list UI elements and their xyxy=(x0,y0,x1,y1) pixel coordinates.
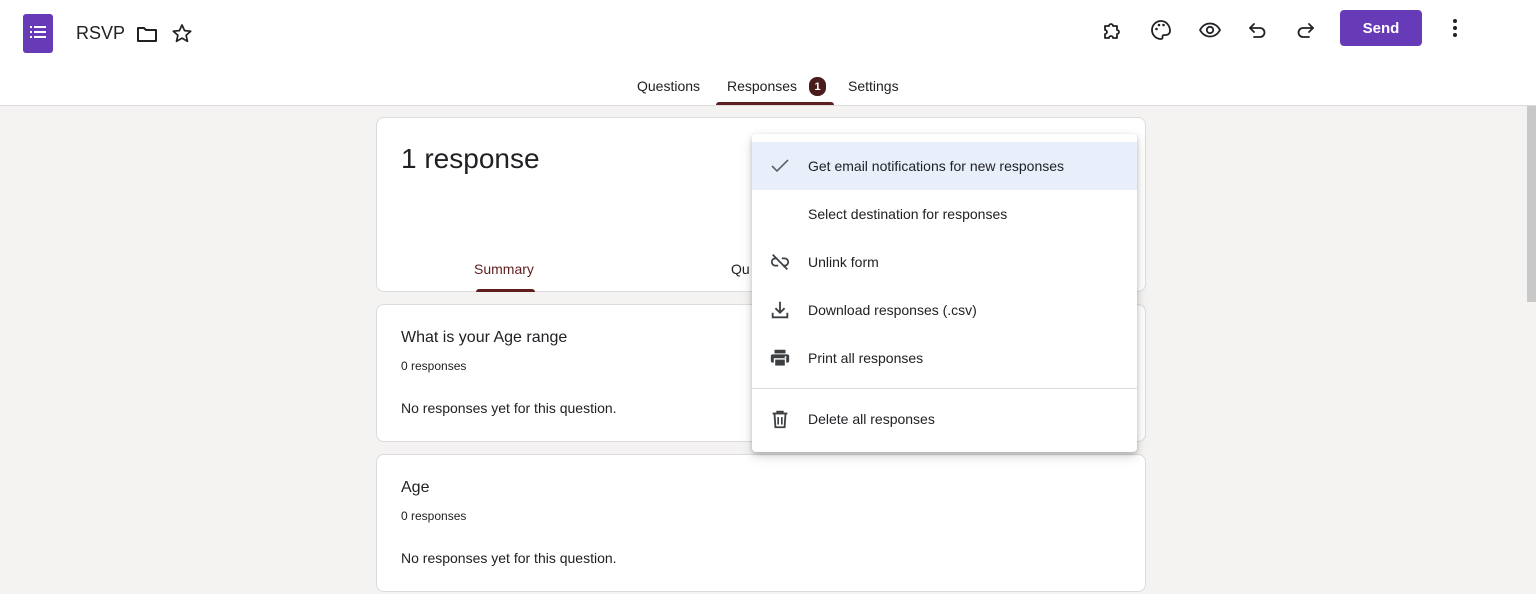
download-icon xyxy=(768,298,792,322)
responses-options-menu: Get email notifications for new response… xyxy=(752,134,1137,452)
add-ons-icon[interactable] xyxy=(1095,12,1131,48)
subtab-summary[interactable]: Summary xyxy=(474,261,534,277)
question-title: Age xyxy=(401,479,430,496)
menu-item-unlink-form[interactable]: Unlink form xyxy=(752,238,1137,286)
menu-item-label: Get email notifications for new response… xyxy=(808,158,1065,174)
menu-item-label: Download responses (.csv) xyxy=(808,302,977,318)
question-title: What is your Age range xyxy=(401,329,568,346)
menu-item-email-notifications[interactable]: Get email notifications for new response… xyxy=(752,142,1137,190)
menu-item-select-destination[interactable]: Select destination for responses xyxy=(752,190,1137,238)
customize-theme-icon[interactable] xyxy=(1143,12,1179,48)
redo-icon[interactable] xyxy=(1287,12,1323,48)
unlink-icon xyxy=(768,250,792,274)
top-app-bar: RSVP Send Questions Responses 1 Settings xyxy=(0,0,1536,106)
subtab-question[interactable]: Qu xyxy=(731,261,750,277)
menu-item-print-all[interactable]: Print all responses xyxy=(752,334,1137,382)
menu-item-label: Print all responses xyxy=(808,350,924,366)
menu-item-label: Delete all responses xyxy=(808,411,935,427)
check-icon xyxy=(768,154,792,178)
question-empty-message: No responses yet for this question. xyxy=(401,550,617,566)
question-empty-message: No responses yet for this question. xyxy=(401,400,617,416)
undo-icon[interactable] xyxy=(1240,12,1276,48)
menu-item-delete-all[interactable]: Delete all responses xyxy=(752,395,1137,443)
menu-item-label: Unlink form xyxy=(808,254,879,270)
tab-responses[interactable]: Responses xyxy=(727,78,797,94)
question-card: Age 0 responses No responses yet for thi… xyxy=(376,454,1146,592)
menu-item-label: Select destination for responses xyxy=(808,206,1008,222)
preview-eye-icon[interactable] xyxy=(1192,12,1228,48)
page-scrollbar[interactable] xyxy=(1527,106,1536,302)
menu-divider xyxy=(752,388,1137,389)
trash-icon xyxy=(768,407,792,431)
tab-settings[interactable]: Settings xyxy=(848,78,899,94)
document-title[interactable]: RSVP xyxy=(76,23,125,44)
print-icon xyxy=(768,346,792,370)
response-count-heading: 1 response xyxy=(401,143,540,174)
move-to-folder-icon[interactable] xyxy=(135,22,159,46)
tab-questions[interactable]: Questions xyxy=(637,78,700,94)
question-response-count: 0 responses xyxy=(401,509,467,523)
more-options-icon[interactable] xyxy=(1437,10,1473,46)
forms-logo-icon[interactable] xyxy=(23,14,53,53)
star-icon[interactable] xyxy=(170,22,194,46)
form-tabs: Questions Responses 1 Settings xyxy=(0,70,1536,106)
responses-count-badge: 1 xyxy=(809,77,826,96)
active-subtab-indicator xyxy=(476,289,535,292)
question-response-count: 0 responses xyxy=(401,359,467,373)
menu-item-download-csv[interactable]: Download responses (.csv) xyxy=(752,286,1137,334)
send-button[interactable]: Send xyxy=(1340,10,1422,46)
active-tab-indicator xyxy=(716,102,834,105)
